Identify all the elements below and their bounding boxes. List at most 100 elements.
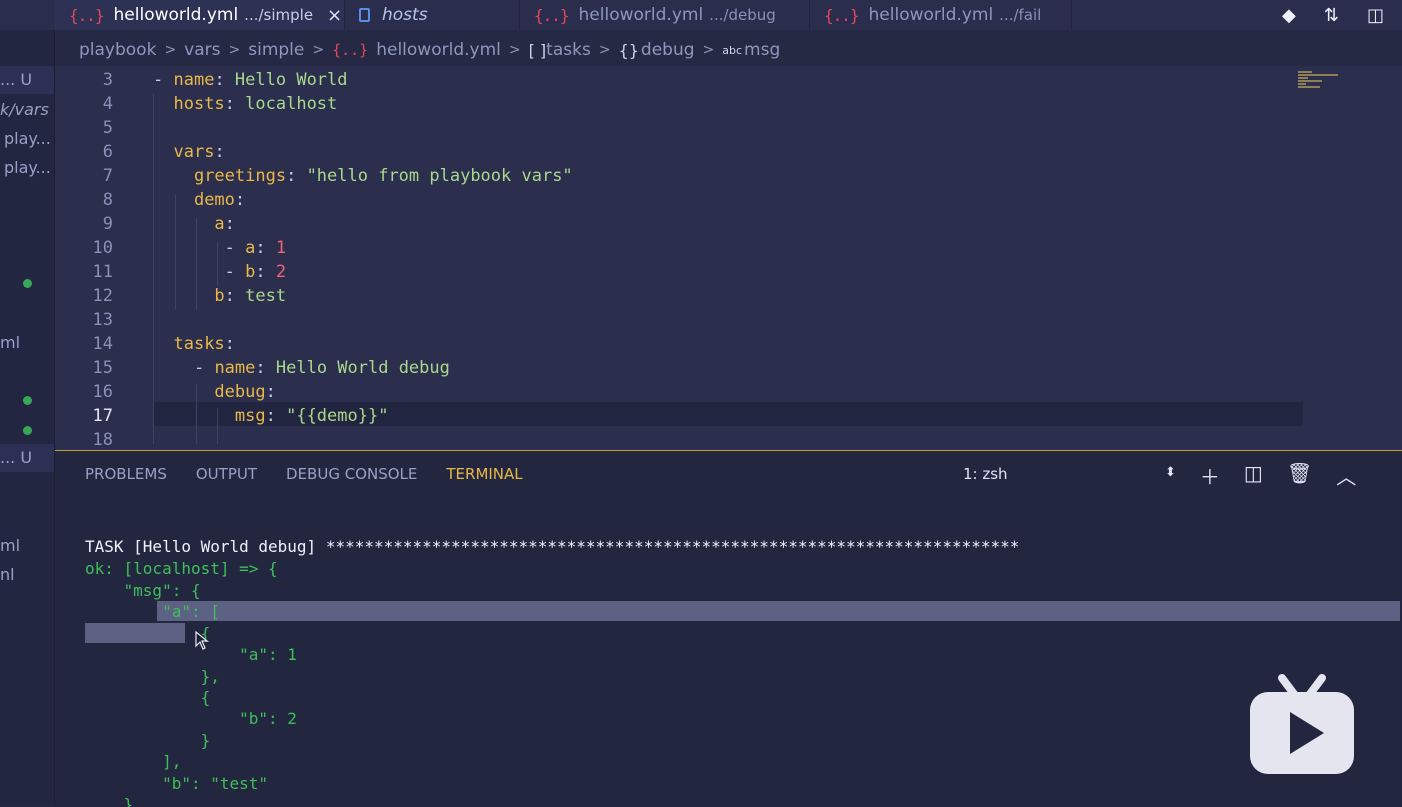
panel-tabs: PROBLEMS OUTPUT DEBUG CONSOLE TERMINAL — [85, 465, 523, 483]
line-number: 5 — [102, 118, 113, 138]
line-number: 14 — [92, 334, 113, 354]
terminal-line: "b": 2 — [85, 709, 297, 728]
tab-label: helloworld.yml — [578, 5, 704, 25]
code-line: 6 vars: — [55, 140, 1402, 164]
tab-description: .../simple — [244, 6, 314, 24]
line-number: 11 — [92, 262, 113, 282]
explorer-item[interactable]: play... — [4, 129, 51, 148]
text-selection — [157, 601, 1400, 621]
tab-output[interactable]: OUTPUT — [196, 465, 257, 483]
code-line: 5 — [55, 116, 1402, 140]
line-number: 18 — [92, 430, 113, 450]
object-icon: {} — [618, 40, 639, 60]
code-line: 12 b: test — [55, 284, 1402, 308]
tab-label: helloworld.yml — [868, 5, 994, 25]
split-editor-icon[interactable]: ◫ — [1367, 5, 1384, 26]
minimap[interactable] — [1298, 70, 1358, 100]
tab-problems[interactable]: PROBLEMS — [85, 465, 167, 483]
breadcrumb-item[interactable]: debug — [641, 40, 695, 60]
file-icon — [359, 8, 370, 22]
line-number: 15 — [92, 358, 113, 378]
terminal-line: } — [85, 731, 211, 750]
code-line: 7 greetings: "hello from playbook vars" — [55, 164, 1402, 188]
plus-icon[interactable]: ＋ — [1200, 461, 1220, 490]
terminal-line: TASK [Hello World debug] ***************… — [85, 537, 1020, 556]
code-editor[interactable]: 3- name: Hello World 4 hosts: localhost … — [55, 66, 1402, 450]
git-icon[interactable]: ◆ — [1282, 5, 1296, 26]
array-icon: [ ] — [528, 40, 547, 60]
terminal-line: "msg": { — [85, 581, 201, 600]
code-line: 16 debug: — [55, 380, 1402, 404]
line-number: 4 — [102, 94, 113, 114]
editor-tab-bar: {..} helloworld.yml .../simple × hosts {… — [0, 0, 1402, 30]
line-number: 16 — [92, 382, 113, 402]
tab-helloworld-simple[interactable]: {..} helloworld.yml .../simple × — [55, 0, 345, 30]
editor-actions: ◆ ⇅ ◫ — [1282, 0, 1402, 30]
explorer-sidebar: ... U k/vars play... play... ml ... U ml… — [0, 30, 55, 806]
chevron-right-icon: > — [508, 42, 521, 58]
line-number: 7 — [102, 166, 113, 186]
terminal-line: } — [85, 795, 134, 807]
chevron-right-icon: > — [312, 42, 325, 58]
terminal-line: "a": [ — [85, 602, 220, 621]
tab-debug-console[interactable]: DEBUG CONSOLE — [286, 465, 417, 483]
line-number: 6 — [102, 142, 113, 162]
line-number: 13 — [92, 310, 113, 330]
explorer-item[interactable]: ml — [0, 536, 20, 555]
breadcrumb-item[interactable]: vars — [184, 40, 220, 60]
code-line-current: 17 msg: "{{demo}}" — [55, 404, 1402, 428]
yaml-file-icon: {..} — [69, 5, 105, 25]
explorer-item[interactable]: ... U — [0, 444, 54, 472]
breadcrumb-item[interactable]: simple — [248, 40, 304, 60]
panel-actions: ⬍ ＋ ◫ 🗑︎ ︿ — [1165, 461, 1356, 490]
code-line: 10 - a: 1 — [55, 236, 1402, 260]
code-line: 15 - name: Hello World debug — [55, 356, 1402, 380]
breadcrumb-item[interactable]: helloworld.yml — [376, 40, 501, 60]
code-line: 13 — [55, 308, 1402, 332]
bilibili-logo-icon — [1250, 674, 1354, 774]
chevron-right-icon: > — [164, 42, 177, 58]
breadcrumb-item[interactable]: msg — [744, 40, 780, 60]
split-terminal-icon[interactable]: ◫ — [1244, 461, 1263, 490]
explorer-item[interactable]: nl — [0, 565, 15, 584]
explorer-item-label: ... U — [0, 70, 33, 89]
breadcrumb-item[interactable]: playbook — [79, 40, 156, 60]
code-line: 11 - b: 2 — [55, 260, 1402, 284]
trash-icon[interactable]: 🗑︎ — [1287, 461, 1312, 490]
tab-terminal[interactable]: TERMINAL — [446, 465, 522, 483]
tab-description: .../fail — [999, 6, 1042, 24]
line-number: 8 — [102, 190, 113, 210]
close-icon[interactable]: × — [327, 5, 342, 26]
tab-helloworld-debug[interactable]: {..} helloworld.yml .../debug — [520, 0, 810, 30]
code-line: 4 hosts: localhost — [55, 92, 1402, 116]
git-modified-dot — [23, 396, 32, 405]
line-number: 17 — [92, 406, 113, 426]
terminal-line: "a": 1 — [85, 645, 297, 664]
terminal-line: ok: [localhost] => { — [85, 559, 278, 578]
dropdown-icon[interactable]: ⬍ — [1165, 465, 1176, 490]
terminal-line: ], — [85, 752, 182, 771]
code-line: 3- name: Hello World — [55, 68, 1402, 92]
explorer-item[interactable]: ml — [0, 333, 20, 352]
tab-label: helloworld.yml — [113, 5, 239, 25]
code-line: 14 tasks: — [55, 332, 1402, 356]
chevron-right-icon: > — [702, 42, 715, 58]
terminal-selector[interactable]: 1: zsh — [963, 465, 1008, 483]
chevron-up-icon[interactable]: ︿ — [1336, 461, 1356, 490]
tab-hosts[interactable]: hosts — [345, 0, 520, 30]
explorer-item[interactable]: k/vars — [0, 100, 49, 119]
chevron-right-icon: > — [228, 42, 241, 58]
explorer-item[interactable]: ... U — [0, 66, 54, 94]
terminal-line: "b": "test" — [85, 774, 269, 793]
line-number: 9 — [102, 214, 113, 234]
compare-changes-icon[interactable]: ⇅ — [1324, 5, 1339, 26]
terminal-line: }, — [85, 667, 220, 686]
tab-helloworld-fail[interactable]: {..} helloworld.yml .../fail — [810, 0, 1072, 30]
terminal-line: { — [85, 624, 211, 643]
line-number: 3 — [102, 70, 113, 90]
bottom-panel: PROBLEMS OUTPUT DEBUG CONSOLE TERMINAL 1… — [55, 450, 1402, 807]
tab-description: .../debug — [709, 6, 776, 24]
yaml-file-icon: {..} — [534, 5, 570, 25]
explorer-item[interactable]: play... — [4, 158, 51, 177]
breadcrumb-item[interactable]: tasks — [546, 40, 591, 60]
